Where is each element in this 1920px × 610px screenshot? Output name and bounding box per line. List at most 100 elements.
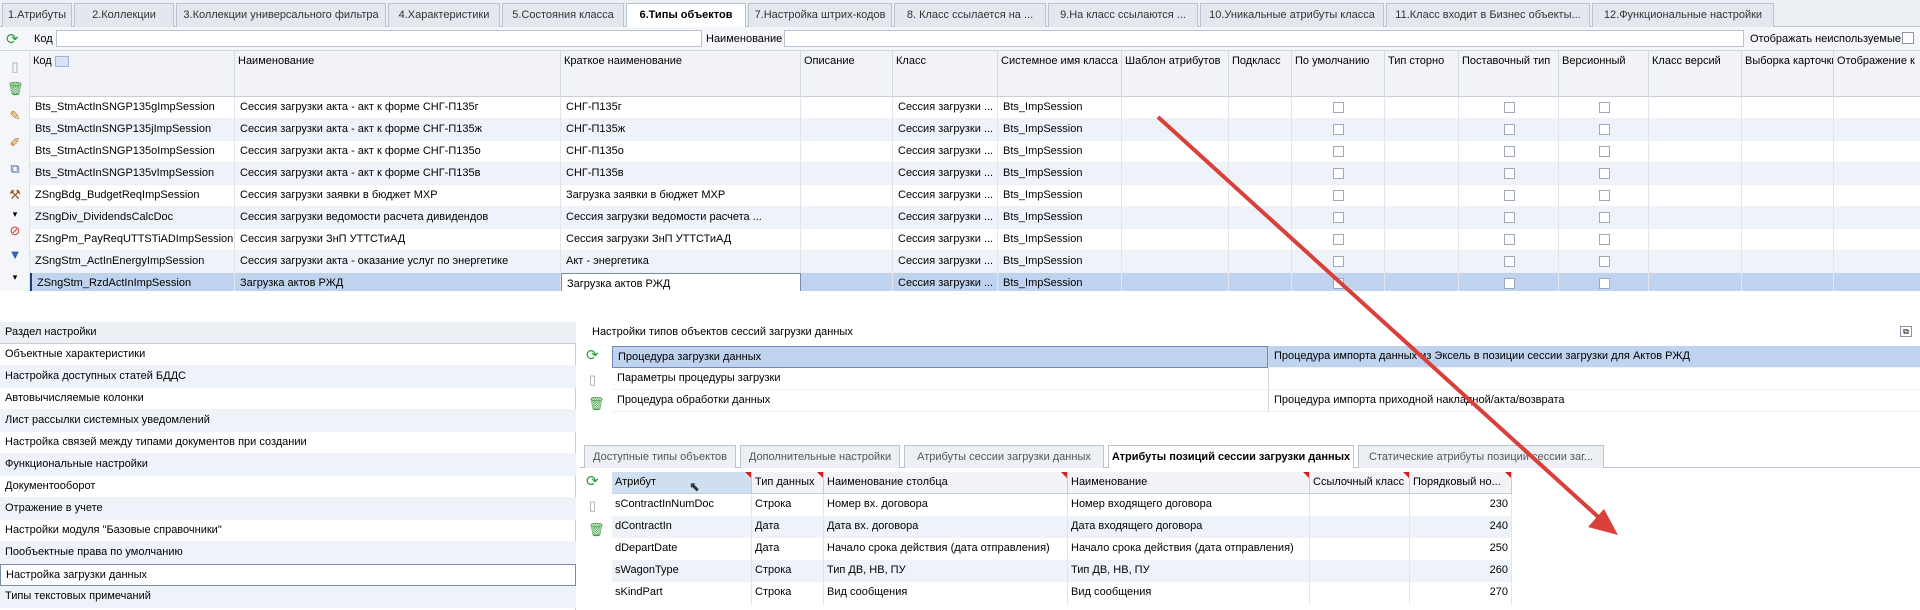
table-cell[interactable]: 230 [1410, 494, 1512, 516]
table-cell[interactable]: Номер вх. договора [824, 494, 1068, 516]
settings-list-item[interactable]: Настройки модуля "Базовые справочники" [0, 520, 576, 542]
table-cell[interactable] [1229, 141, 1292, 163]
table-cell[interactable]: Сессия загрузки ... [893, 119, 998, 141]
table-cell[interactable]: Bts_ImpSession [998, 141, 1122, 163]
table-cell[interactable]: Загрузка актов РЖД [235, 273, 561, 291]
table-cell[interactable] [1122, 251, 1229, 273]
chevron-down-icon[interactable]: ▾ [7, 206, 23, 222]
procedure-name[interactable]: Процедура загрузки данных [612, 346, 1268, 368]
table-cell[interactable]: dDepartDate [612, 538, 752, 560]
table-cell[interactable] [1834, 119, 1920, 141]
col-default[interactable]: По умолчанию [1292, 51, 1385, 97]
col-ref-class[interactable]: Ссылочный класс [1310, 472, 1410, 494]
checkbox[interactable] [1598, 124, 1610, 135]
table-cell[interactable] [1385, 251, 1459, 273]
collapse-icon[interactable]: ⧉ [1900, 326, 1912, 337]
checkbox[interactable] [1503, 256, 1515, 267]
table-cell[interactable]: Дата вх. договора [824, 516, 1068, 538]
edit-alt-icon[interactable]: ✐ [7, 135, 23, 151]
tab-business-objects[interactable]: 11.Класс входит в Бизнес объекты... [1386, 3, 1590, 27]
table-cell[interactable]: Bts_ImpSession [998, 229, 1122, 251]
settings-list-item[interactable]: Типы текстовых примечаний [0, 586, 576, 608]
table-cell[interactable] [801, 185, 893, 207]
edit-icon[interactable]: ✎ [7, 108, 23, 124]
code-filter-input[interactable] [56, 30, 702, 47]
table-row[interactable]: Bts_StmActInSNGP135oImpSession Сессия заг… [30, 141, 1920, 163]
table-cell[interactable] [1649, 163, 1742, 185]
tab-static-position-attributes[interactable]: Статические атрибуты позиций сессии заг.… [1358, 445, 1604, 468]
col-code[interactable]: Код [30, 51, 235, 97]
table-cell[interactable] [801, 163, 893, 185]
table-cell[interactable] [1649, 229, 1742, 251]
table-cell[interactable]: Сессия загрузки ... [893, 163, 998, 185]
table-cell-checkbox[interactable] [1559, 207, 1649, 229]
table-cell[interactable] [1310, 494, 1410, 516]
col-subclass[interactable]: Подкласс [1229, 51, 1292, 97]
procedure-value[interactable] [1268, 368, 1920, 390]
tab-class-states[interactable]: 5.Состояния класса [502, 3, 624, 27]
checkbox[interactable] [1598, 146, 1610, 157]
checkbox[interactable] [1333, 146, 1344, 157]
table-cell[interactable] [1649, 185, 1742, 207]
block-icon[interactable]: ⊘ [7, 223, 23, 239]
chevron-down-icon[interactable]: ▾ [7, 269, 23, 285]
tab-available-object-types[interactable]: Доступные типы объектов [584, 445, 736, 468]
procedure-name[interactable]: Параметры процедуры загрузки [612, 368, 1268, 390]
col-class[interactable]: Класс [893, 51, 998, 97]
table-cell[interactable]: Bts_ImpSession [998, 273, 1122, 291]
table-cell[interactable] [1385, 97, 1459, 119]
checkbox[interactable] [1333, 168, 1344, 179]
tab-collections[interactable]: 2.Коллекции [74, 3, 174, 27]
col-version-class[interactable]: Класс версий [1649, 51, 1742, 97]
table-cell[interactable]: Сессия загрузки ведомости расчета дивиде… [235, 207, 561, 229]
table-cell[interactable] [1834, 185, 1920, 207]
table-cell[interactable]: Bts_StmActInSNGP135jImpSession [30, 119, 235, 141]
col-data-type[interactable]: Тип данных [752, 472, 824, 494]
table-cell[interactable] [1122, 273, 1229, 291]
checkbox[interactable] [1598, 168, 1610, 179]
table-cell[interactable]: ZSngPm_PayReqUTTSTiADImpSession [30, 229, 235, 251]
show-unused-checkbox[interactable] [1902, 32, 1914, 44]
table-cell-checkbox[interactable] [1459, 273, 1559, 291]
tab-barcode-settings[interactable]: 7.Настройка штрих-кодов [748, 3, 892, 27]
table-cell-checkbox[interactable] [1559, 97, 1649, 119]
table-cell[interactable] [1834, 207, 1920, 229]
table-cell[interactable] [1229, 273, 1292, 291]
table-cell[interactable] [1649, 273, 1742, 291]
settings-list-item[interactable]: Настройка связей между типами документов… [0, 432, 576, 454]
table-cell-checkbox[interactable] [1559, 251, 1649, 273]
table-cell-checkbox[interactable] [1559, 141, 1649, 163]
table-cell[interactable]: Строка [752, 560, 824, 582]
table-row[interactable]: ZSngDiv_DividendsCalcDoc Сессия загрузки … [30, 207, 1920, 229]
checkbox[interactable] [1503, 168, 1515, 179]
settings-list-item[interactable]: Автовычисляемые колонки [0, 388, 576, 410]
settings-list-item[interactable]: Настройка загрузки данных [0, 564, 576, 586]
table-cell[interactable] [1385, 273, 1459, 291]
name-filter-input[interactable] [784, 30, 1744, 47]
table-cell-checkbox[interactable] [1292, 141, 1385, 163]
settings-list-item[interactable]: Пообъектные права по умолчанию [0, 542, 576, 564]
checkbox[interactable] [1333, 190, 1344, 201]
table-cell[interactable] [1385, 141, 1459, 163]
tools-icon[interactable]: ⚒ [7, 187, 23, 203]
table-cell[interactable] [1385, 185, 1459, 207]
settings-list-item[interactable]: Лист рассылки системных уведомлений [0, 410, 576, 432]
checkbox[interactable] [1598, 234, 1610, 245]
table-cell[interactable]: Bts_ImpSession [998, 251, 1122, 273]
col-attribute[interactable]: Атрибут [612, 472, 752, 494]
col-description[interactable]: Описание [801, 51, 893, 97]
checkbox[interactable] [1333, 124, 1344, 135]
table-cell[interactable]: Сессия загрузки акта - акт к форме СНГ-П… [235, 141, 561, 163]
table-cell[interactable]: СНГ-П135ж [561, 119, 801, 141]
new-icon[interactable]: ▯ [7, 59, 23, 75]
table-cell[interactable]: Сессия загрузки акта - акт к форме СНГ-П… [235, 97, 561, 119]
table-cell-checkbox[interactable] [1559, 185, 1649, 207]
tab-attributes[interactable]: 1.Атрибуты [2, 3, 72, 27]
table-row[interactable]: dContractIn Дата Дата вх. договора Дата вхо… [612, 516, 1512, 538]
col-storno-type[interactable]: Тип сторно [1385, 51, 1459, 97]
filter-icon[interactable]: ▼ [7, 247, 23, 263]
table-cell[interactable] [1385, 119, 1459, 141]
table-cell[interactable]: sWagonType [612, 560, 752, 582]
table-cell[interactable]: Строка [752, 582, 824, 604]
table-cell[interactable]: Сессия загрузки ... [893, 229, 998, 251]
